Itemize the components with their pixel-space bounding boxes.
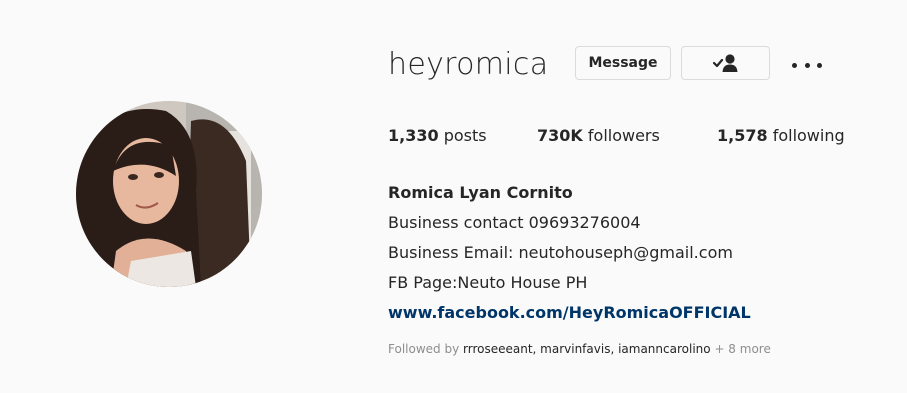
posts-label: posts [443,126,487,145]
followed-by-prefix: Followed by [388,342,460,356]
person-check-icon [712,54,737,72]
posts-stat: 1,330 posts [388,124,487,148]
message-button[interactable]: Message [575,46,671,80]
following-count: 1,578 [717,126,768,145]
bio-website-link[interactable]: www.facebook.com/HeyRomicaOFFICIAL [388,298,751,328]
following-stat[interactable]: 1,578 following [717,124,845,148]
more-options-icon [817,62,822,68]
bio-line: FB Page:Neuto House PH [388,273,588,292]
profile-username: heyromica [388,47,549,82]
bio-line: Business Email: neutohouseph@gmail.com [388,243,733,262]
profile-header: heyromica Message 1,330 posts 730K follo… [0,0,907,393]
avatar-photo [76,101,262,287]
profile-full-name: Romica Lyan Cornito [388,183,573,202]
followed-by[interactable]: Followed by rrroseeeant, marvinfavis, ia… [388,342,771,356]
profile-avatar[interactable] [76,101,262,287]
bio-line: Business contact 09693276004 [388,213,641,232]
followers-label: followers [587,126,660,145]
more-options-button[interactable] [792,53,822,77]
following-button[interactable] [681,46,770,80]
more-options-icon [792,62,797,68]
followed-by-more: + 8 more [714,342,771,356]
profile-bio: Romica Lyan Cornito Business contact 096… [388,178,751,328]
following-label: following [772,126,845,145]
posts-count: 1,330 [388,126,439,145]
followed-by-names: rrroseeeant, marvinfavis, iamanncarolino [463,342,711,356]
more-options-icon [804,62,810,68]
followers-count: 730K [537,126,583,145]
followers-stat[interactable]: 730K followers [537,124,660,148]
